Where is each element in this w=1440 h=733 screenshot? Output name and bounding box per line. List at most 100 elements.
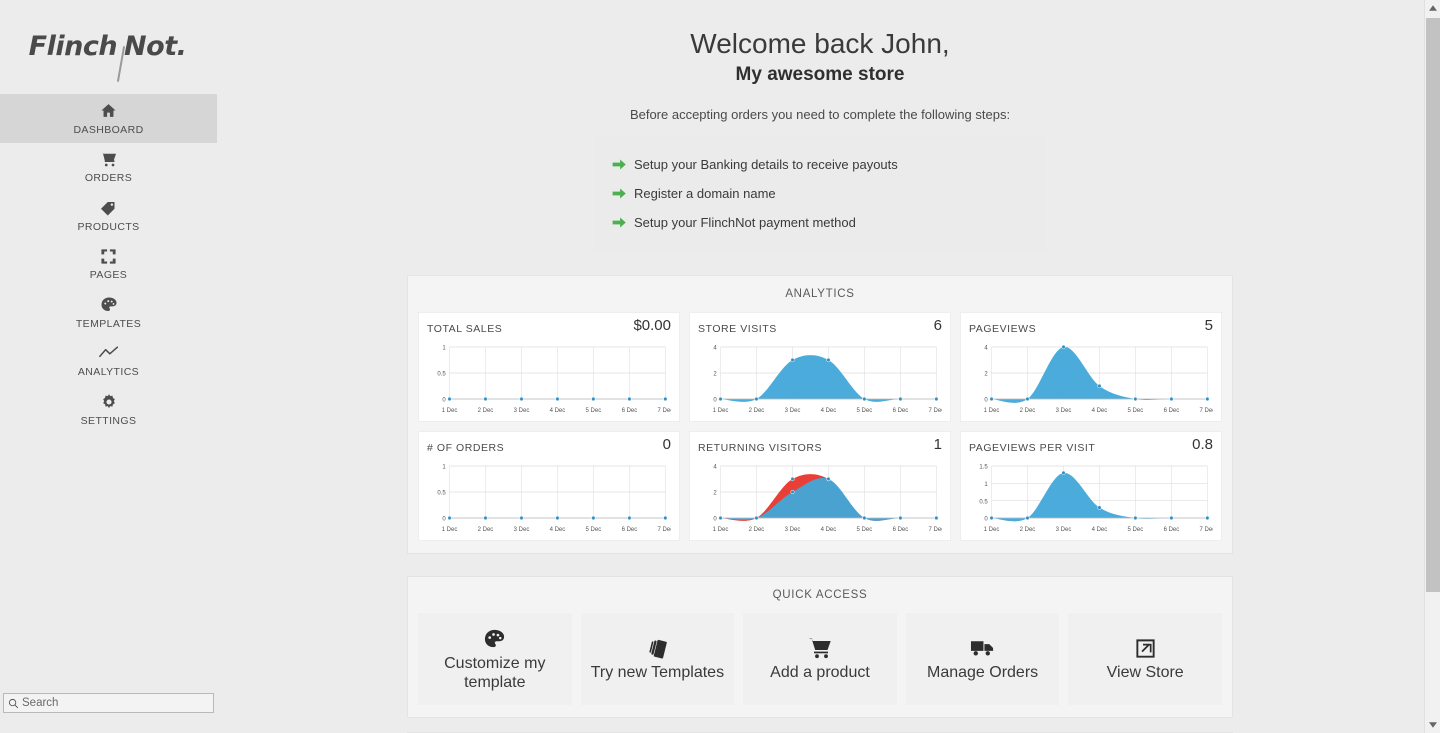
svg-text:1 Dec: 1 Dec	[442, 407, 458, 414]
quick-access-try-templates[interactable]: Try new Templates	[580, 613, 735, 705]
arrow-right-icon	[612, 158, 634, 171]
svg-text:4: 4	[713, 463, 717, 470]
analytics-card: TOTAL SALES $0.00 0 0.5 1 1 Dec 2 Dec 3 Dec 4 De…	[418, 312, 680, 422]
quick-access-view-store[interactable]: View Store	[1068, 613, 1222, 705]
app-window: Flinch Not. DASHBOARD ORDERS PRODUCTS PA…	[0, 0, 1440, 733]
quick-access-label: View Store	[1106, 664, 1184, 682]
sidebar-item-label: ORDERS	[84, 172, 133, 185]
setup-step-payment[interactable]: Setup your FlinchNot payment method	[594, 208, 1046, 237]
setup-step-label: Setup your FlinchNot payment method	[634, 215, 856, 230]
sidebar-item-analytics[interactable]: ANALYTICS	[0, 337, 217, 386]
palette-icon	[483, 626, 506, 652]
quick-access-customize-template[interactable]: Customize my template	[418, 613, 572, 705]
sidebar-item-products[interactable]: PRODUCTS	[0, 191, 217, 240]
svg-text:6 Dec: 6 Dec	[622, 526, 638, 533]
svg-text:1 Dec: 1 Dec	[442, 526, 458, 533]
analytics-chart: 0 2 4 1 Dec 2 Dec 3 Dec 4 Dec 5 Dec 6 Dec 7 Dec	[698, 460, 942, 536]
svg-text:4 Dec: 4 Dec	[550, 407, 566, 414]
analytics-card: # OF ORDERS 0 0 0.5 1 1 Dec 2 Dec 3 Dec 4 Dec 5 D…	[418, 431, 680, 541]
analytics-card-title: TOTAL SALES	[427, 323, 503, 335]
analytics-card-header: PAGEVIEWS 5	[969, 318, 1213, 335]
setup-step-label: Register a domain name	[634, 186, 776, 201]
svg-text:2 Dec: 2 Dec	[478, 407, 494, 414]
svg-text:3 Dec: 3 Dec	[785, 526, 801, 533]
quick-access-add-product[interactable]: Add a product	[743, 613, 897, 705]
analytics-title: ANALYTICS	[785, 288, 855, 300]
svg-text:1: 1	[442, 463, 446, 470]
sidebar-nav: DASHBOARD ORDERS PRODUCTS PAGES TEMPLATE…	[0, 94, 217, 434]
svg-text:4: 4	[984, 344, 988, 351]
analytics-chart: 0 2 4 1 Dec 2 Dec 3 Dec 4 Dec 5 Dec 6 Dec 7 Dec	[698, 341, 942, 417]
analytics-card-value: 6	[933, 317, 942, 334]
svg-text:7 Dec: 7 Dec	[658, 526, 671, 533]
pages-icon	[100, 246, 117, 266]
sidebar-item-settings[interactable]: SETTINGS	[0, 385, 217, 434]
svg-text:5 Dec: 5 Dec	[586, 526, 602, 533]
svg-text:5 Dec: 5 Dec	[1128, 407, 1144, 414]
svg-text:3 Dec: 3 Dec	[514, 526, 530, 533]
svg-text:0: 0	[984, 515, 988, 522]
svg-text:4 Dec: 4 Dec	[1092, 526, 1108, 533]
scrollbar-thumb[interactable]	[1426, 18, 1440, 592]
svg-text:3 Dec: 3 Dec	[1056, 407, 1072, 414]
cart-icon	[99, 149, 118, 169]
search-box[interactable]	[3, 693, 214, 713]
svg-text:5 Dec: 5 Dec	[1128, 526, 1144, 533]
sidebar-item-label: DASHBOARD	[73, 123, 144, 136]
svg-text:4: 4	[713, 344, 717, 351]
analytics-card-header: TOTAL SALES $0.00	[427, 318, 671, 335]
svg-text:1: 1	[984, 481, 988, 488]
svg-text:5 Dec: 5 Dec	[857, 526, 873, 533]
sidebar-item-pages[interactable]: PAGES	[0, 240, 217, 289]
search-icon	[8, 698, 19, 708]
svg-text:6 Dec: 6 Dec	[893, 407, 909, 414]
svg-text:3 Dec: 3 Dec	[1056, 526, 1072, 533]
quick-access-label: Add a product	[770, 664, 870, 682]
sidebar-item-label: PRODUCTS	[77, 220, 140, 233]
svg-text:5 Dec: 5 Dec	[586, 407, 602, 414]
analytics-panel: ANALYTICS TOTAL SALES $0.00 0 0.5 1 1 Dec 2 De…	[407, 275, 1233, 554]
analytics-card-header: STORE VISITS 6	[698, 318, 942, 335]
search-input[interactable]	[22, 697, 209, 709]
setup-step-domain[interactable]: Register a domain name	[594, 179, 1046, 208]
templates-icon	[646, 635, 669, 661]
analytics-card: PAGEVIEWS PER VISIT 0.8 0 0.5 1 1.5 1 Dec 2 Dec…	[960, 431, 1222, 541]
analytics-chart: 0 2 4 1 Dec 2 Dec 3 Dec 4 Dec 5 Dec 6 Dec 7 Dec	[969, 341, 1213, 417]
sidebar-item-dashboard[interactable]: DASHBOARD	[0, 94, 217, 143]
svg-text:0: 0	[984, 396, 988, 403]
svg-text:7 Dec: 7 Dec	[1200, 407, 1213, 414]
quick-access-panel: QUICK ACCESS Customize my template Try n…	[407, 576, 1233, 718]
analytics-card-title: PAGEVIEWS	[969, 323, 1037, 335]
analytics-card-header: RETURNING VISITORS 1	[698, 437, 942, 454]
svg-text:7 Dec: 7 Dec	[929, 407, 942, 414]
analytics-chart: 0 0.5 1 1 Dec 2 Dec 3 Dec 4 Dec 5 Dec 6 Dec 7 Dec	[427, 341, 671, 417]
sidebar-item-orders[interactable]: ORDERS	[0, 143, 217, 192]
logo-text-primary: Flinch	[28, 30, 118, 62]
svg-text:0: 0	[713, 515, 717, 522]
analytics-card-value: 0	[662, 436, 671, 453]
tag-icon	[99, 198, 118, 218]
setup-step-banking[interactable]: Setup your Banking details to receive pa…	[594, 150, 1046, 179]
gear-icon	[100, 392, 118, 412]
quick-access-label: Customize my template	[444, 655, 546, 691]
svg-text:2 Dec: 2 Dec	[749, 407, 765, 414]
svg-text:2: 2	[713, 489, 717, 496]
svg-text:4 Dec: 4 Dec	[821, 407, 837, 414]
app-logo[interactable]: Flinch Not.	[0, 0, 217, 92]
store-name: My awesome store	[735, 64, 905, 85]
sidebar-item-templates[interactable]: TEMPLATES	[0, 288, 217, 337]
svg-text:1 Dec: 1 Dec	[713, 526, 729, 533]
svg-text:6 Dec: 6 Dec	[1164, 526, 1180, 533]
line-chart-icon	[98, 343, 119, 363]
svg-text:2: 2	[713, 370, 717, 377]
analytics-card-title: PAGEVIEWS PER VISIT	[969, 442, 1096, 454]
svg-text:2: 2	[984, 370, 988, 377]
scroll-down-button[interactable]	[1425, 717, 1440, 733]
external-link-icon	[1134, 635, 1157, 661]
quick-access-manage-orders[interactable]: Manage Orders	[905, 613, 1060, 705]
main-content: Welcome back John, My awesome store Befo…	[217, 0, 1440, 733]
svg-text:0: 0	[713, 396, 717, 403]
svg-text:4 Dec: 4 Dec	[1092, 407, 1108, 414]
scroll-up-button[interactable]	[1425, 0, 1440, 16]
vertical-scrollbar[interactable]	[1424, 0, 1440, 733]
